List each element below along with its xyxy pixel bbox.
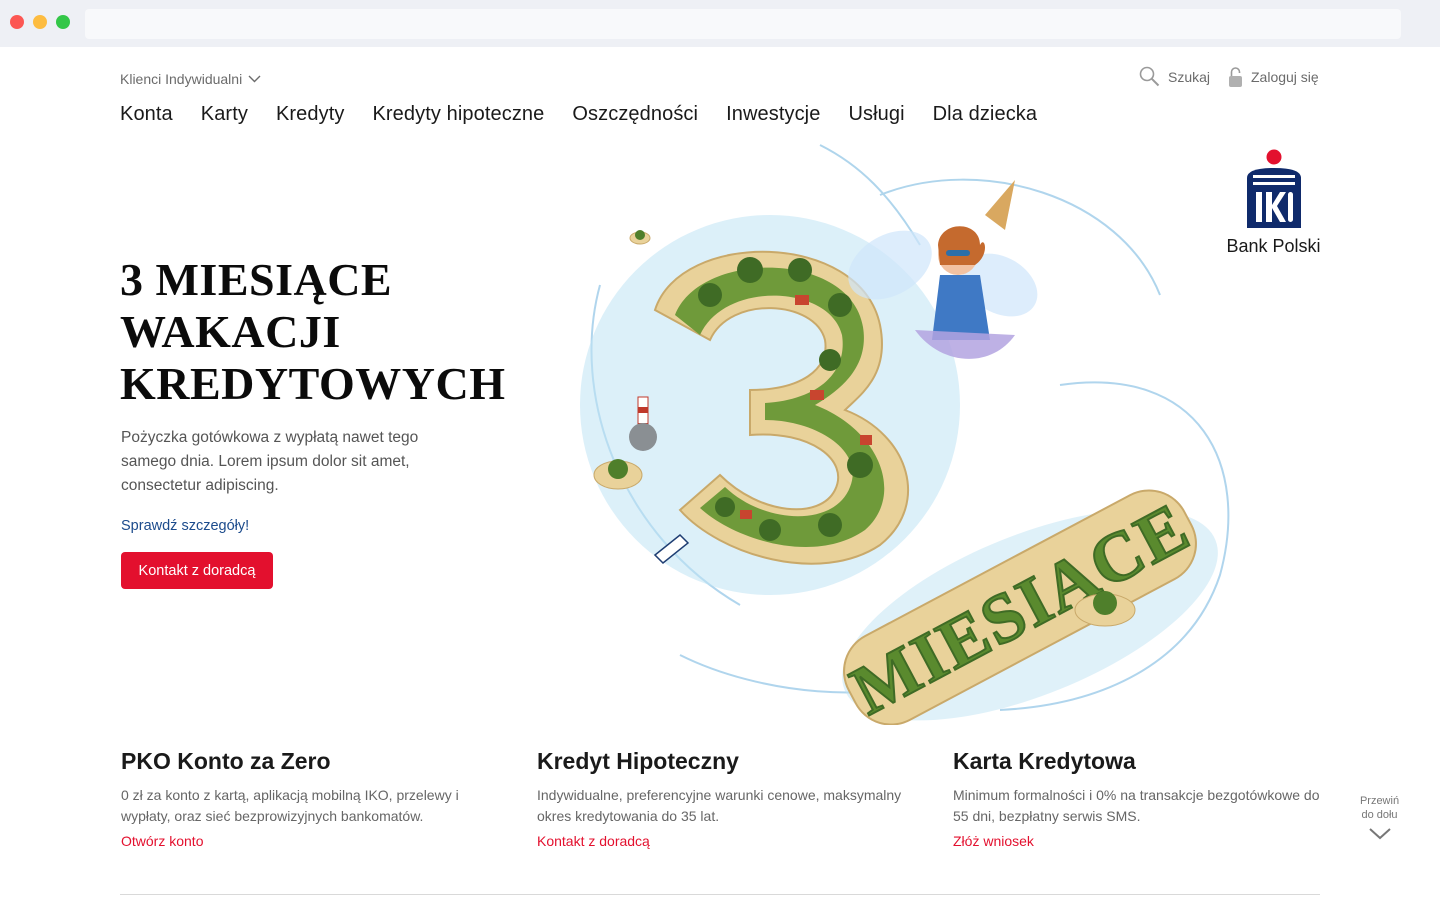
browser-chrome [0,0,1440,47]
segment-selector[interactable]: Klienci Indywidualni [120,71,261,87]
window-maximize-button[interactable] [56,15,70,29]
nav-item-dla-dziecka[interactable]: Dla dziecka [933,103,1037,126]
card-title: Kredyt Hipoteczny [537,748,739,774]
login-button[interactable]: Zaloguj się [1228,66,1319,88]
chevron-down-icon [248,75,261,83]
main-navigation: Konta Karty Kredyty Kredyty hipoteczne O… [120,103,1065,126]
window-close-button[interactable] [10,15,24,29]
hero-title-line: KREDYTOWYCH [120,358,506,409]
card-title: PKO Konto za Zero [121,748,331,774]
card-description: Indywidualne, preferencyjne warunki ceno… [537,787,902,824]
nav-item-kredyty[interactable]: Kredyty [276,103,345,126]
nav-item-kredyty-hipoteczne[interactable]: Kredyty hipoteczne [372,103,544,126]
open-account-link[interactable]: Otwórz konto [121,833,203,849]
contact-advisor-link[interactable]: Kontakt z doradcą [537,833,650,849]
feature-card-karta: Karta Kredytowa Minimum formalności i 0%… [953,748,1333,851]
padlock-icon [1229,67,1242,87]
hero-title-line: 3 MIESIĄCE [120,254,393,305]
card-description: 0 zł za konto z kartą, aplikacją mobilną… [121,787,459,824]
card-title: Karta Kredytowa [953,748,1136,774]
apply-link[interactable]: Złóż wniosek [953,833,1034,849]
card-description: Minimum formalności i 0% na transakcje b… [953,787,1320,824]
login-label: Zaloguj się [1251,69,1319,85]
window-minimize-button[interactable] [33,15,47,29]
feature-card-hipoteczny: Kredyt Hipoteczny Indywidualne, preferen… [537,748,917,851]
nav-item-karty[interactable]: Karty [201,103,248,126]
feature-card-konto: PKO Konto za Zero 0 zł za konto z kartą,… [121,748,501,851]
scroll-hint-line: do dołu [1361,809,1398,821]
scroll-hint-line: Przewiń [1359,795,1400,807]
hero-title-line: WAKACJI [120,306,341,357]
hero-title: 3 MIESIĄCE WAKACJI KREDYTOWYCH [120,254,520,410]
contact-advisor-button[interactable]: Kontakt z doradcą [121,552,273,589]
search-icon [1139,66,1160,87]
nav-item-konta[interactable]: Konta [120,103,173,126]
address-bar[interactable] [85,9,1401,39]
nav-item-inwestycje[interactable]: Inwestycje [726,103,820,126]
nav-item-oszczednosci[interactable]: Oszczędności [572,103,698,126]
details-link[interactable]: Sprawdź szczegóły! [121,518,249,534]
search-label: Szukaj [1168,68,1211,85]
hero-island-illustration: MIESIĄCE [580,144,1230,725]
segment-label: Klienci Indywidualni [120,71,243,87]
chevron-down-icon [1368,828,1391,840]
scroll-down-hint[interactable]: Przewiń do dołu [1352,794,1407,840]
search-button[interactable]: Szukaj [1139,66,1210,87]
nav-item-uslugi[interactable]: Usługi [848,103,904,126]
hero-description: Pożyczka gotówkowa z wypłatą nawet tego … [121,429,419,494]
section-divider [120,894,1320,895]
